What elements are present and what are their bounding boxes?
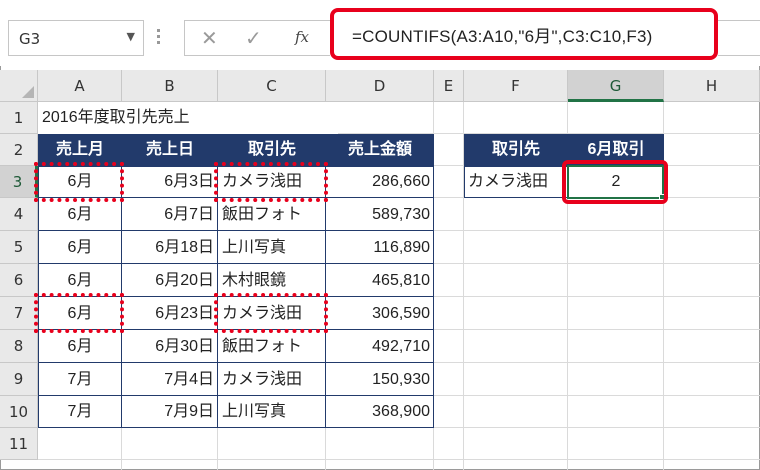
row-header-2[interactable]: 2	[0, 134, 38, 166]
spreadsheet-grid: A B C D E F G H 1 2 3 4 5 6 7 8 9 10 11 …	[0, 70, 760, 470]
formula-input[interactable]: =COUNTIFS(A3:A10,"6月",C3:C10,F3)	[330, 8, 718, 60]
row-header-9[interactable]: 9	[0, 363, 38, 396]
criteria-header-supplier[interactable]: 取引先	[464, 134, 568, 166]
row-header-7[interactable]: 7	[0, 297, 38, 330]
row-header-5[interactable]: 5	[0, 231, 38, 264]
criteria-month-highlight-row3	[34, 162, 124, 202]
column-header-h[interactable]: H	[664, 70, 760, 102]
column-header-c[interactable]: C	[218, 70, 326, 102]
result-highlight	[562, 160, 668, 204]
sheet-title-cell[interactable]: 2016年度取引先売上	[38, 102, 338, 134]
row-header-6[interactable]: 6	[0, 264, 38, 297]
close-icon[interactable]: ✕	[201, 26, 218, 50]
header-cell-amount[interactable]: 売上金額	[326, 134, 434, 166]
criteria-month-highlight-row7	[34, 293, 124, 333]
chevron-down-icon[interactable]: ▼	[127, 30, 135, 43]
formula-bar-end	[718, 20, 760, 56]
row-header-8[interactable]: 8	[0, 330, 38, 363]
column-header-d[interactable]: D	[326, 70, 434, 102]
criteria-supplier-highlight-row3	[214, 162, 328, 202]
check-icon[interactable]: ✓	[245, 26, 262, 50]
row-header-11[interactable]: 11	[0, 428, 38, 460]
column-header-a[interactable]: A	[38, 70, 122, 102]
select-all-button[interactable]	[0, 70, 38, 102]
row-header-10[interactable]: 10	[0, 396, 38, 428]
splitter-handle[interactable]	[156, 26, 162, 50]
formula-bar-row: G3 ▼ ✕ ✓ fx =COUNTIFS(A3:A10,"6月",C3:C10…	[0, 0, 760, 66]
column-header-f[interactable]: F	[464, 70, 568, 102]
name-box-value: G3	[19, 30, 41, 48]
column-header-b[interactable]: B	[122, 70, 218, 102]
header-cell-date[interactable]: 売上日	[122, 134, 218, 166]
fx-icon[interactable]: fx	[295, 28, 309, 46]
criteria-supplier-highlight-row7	[214, 293, 328, 333]
formula-text: =COUNTIFS(A3:A10,"6月",C3:C10,F3)	[352, 27, 653, 46]
row-header-1[interactable]: 1	[0, 102, 38, 134]
row-header-4[interactable]: 4	[0, 198, 38, 231]
formula-buttons: ✕ ✓ fx	[184, 20, 330, 56]
name-box[interactable]: G3 ▼	[8, 20, 144, 56]
column-header-g[interactable]: G	[568, 70, 664, 102]
column-header-e[interactable]: E	[434, 70, 464, 102]
row-header-3[interactable]: 3	[0, 166, 38, 198]
